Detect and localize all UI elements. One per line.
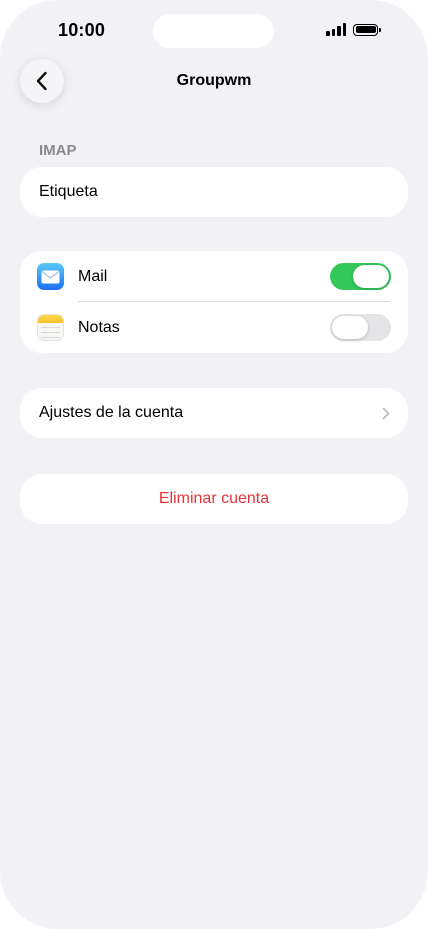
- notes-label: Notas: [78, 318, 120, 336]
- mail-toggle[interactable]: [330, 263, 391, 290]
- status-icons: [326, 23, 381, 36]
- mail-icon: [37, 263, 64, 290]
- phone-screen: 10:00 Groupwm IMAP Etiqueta Mail Notas A…: [0, 0, 428, 929]
- chevron-right-icon: [382, 407, 390, 419]
- notes-icon: [37, 314, 64, 341]
- status-time: 10:00: [58, 20, 106, 40]
- notes-toggle[interactable]: [330, 314, 391, 341]
- mail-label: Mail: [78, 267, 108, 285]
- apps-list: Mail Notas: [20, 251, 408, 353]
- account-settings-row[interactable]: Ajustes de la cuenta: [20, 388, 408, 438]
- delete-account-label: Eliminar cuenta: [158, 490, 270, 507]
- list-item-mail: Mail: [20, 251, 408, 302]
- section-header-imap: IMAP: [39, 142, 77, 159]
- page-title: Groupwm: [176, 72, 252, 89]
- label-field[interactable]: Etiqueta: [20, 167, 408, 217]
- toggle-knob: [332, 316, 368, 339]
- label-field-value: Etiqueta: [39, 183, 98, 200]
- delete-account-button[interactable]: Eliminar cuenta: [20, 474, 408, 524]
- toggle-knob: [353, 265, 389, 288]
- account-settings-label: Ajustes de la cuenta: [39, 404, 184, 421]
- list-item-notes: Notas: [20, 302, 408, 353]
- dynamic-island: [153, 14, 274, 48]
- battery-icon: [353, 23, 381, 36]
- signal-icon: [326, 23, 346, 36]
